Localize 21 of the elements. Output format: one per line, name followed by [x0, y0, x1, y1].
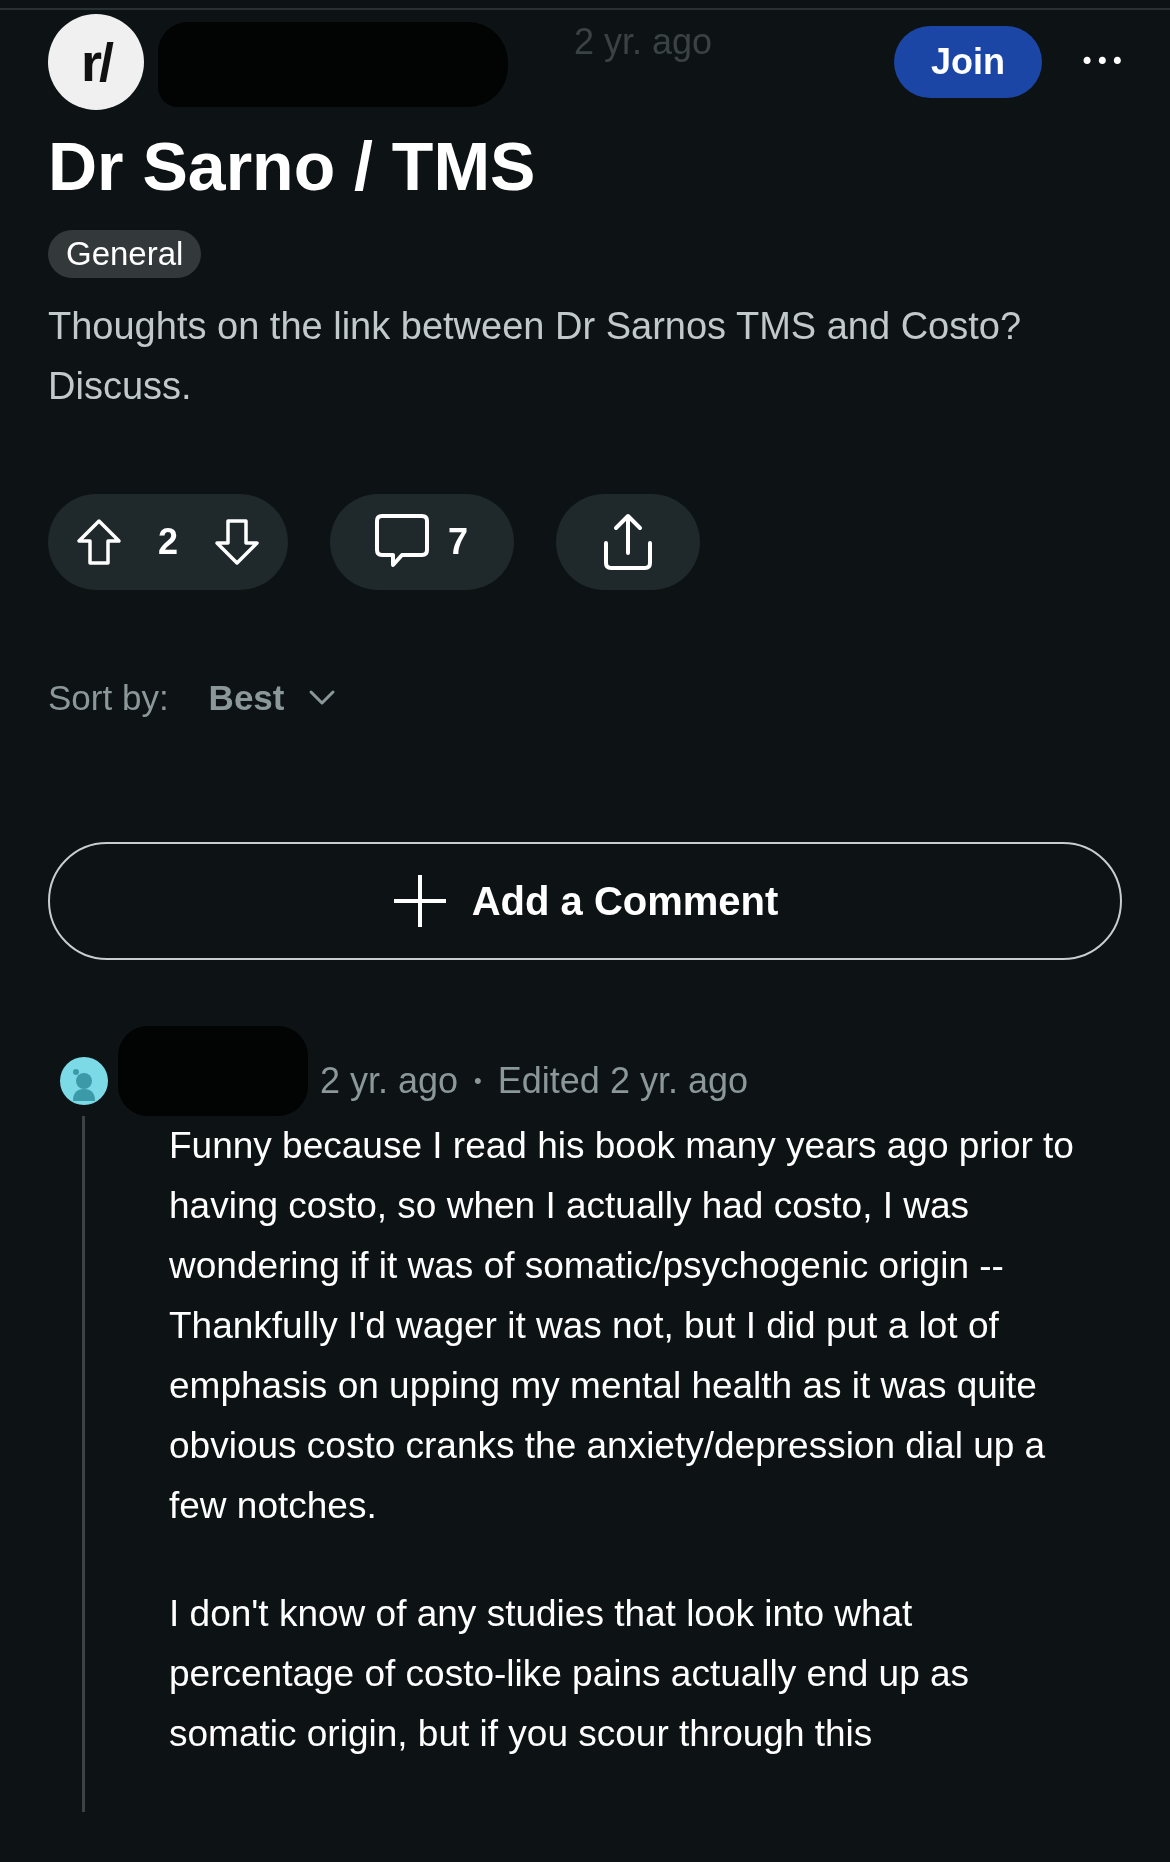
comment-time: 2 yr. ago — [320, 1060, 459, 1102]
comment-paragraph: Funny because I read his book many years ago prior to having costo, so when I actually had costo, I was wondering if it was of somatic/psychogenic origin -- Thankfully I'd wager it was not, but I did put a lot of emphasis on upping my mental health as it was quite obvious costo cranks the anxiety/depression dial up a few notches. — [169, 1124, 1075, 1528]
more-button[interactable]: ••• — [1080, 48, 1122, 76]
flair-tag[interactable]: General — [48, 230, 202, 278]
chevron-down-icon — [308, 689, 337, 707]
community-icon[interactable]: r/ — [48, 14, 144, 110]
post-title: Dr Sarno / TMS — [48, 127, 537, 206]
plus-icon — [391, 873, 448, 929]
edited-label: Edited 2 yr. ago — [497, 1060, 748, 1102]
add-comment-button[interactable]: Add a Comment — [48, 842, 1122, 960]
downvote-icon — [214, 518, 260, 566]
join-button[interactable]: Join — [894, 26, 1042, 98]
sort-dropdown[interactable]: Best — [208, 678, 337, 718]
upvote-icon — [76, 518, 122, 566]
comments-button[interactable]: 7 — [330, 494, 514, 590]
avatar-icon — [60, 1057, 108, 1105]
sort-label: Sort by: — [48, 678, 169, 718]
separator-dot: • — [474, 1068, 482, 1094]
post-body: Thoughts on the link between Dr Sarnos TMS and Costo? Discuss. — [48, 304, 1023, 409]
vote-count: 2 — [158, 521, 178, 563]
comment-paragraph: I don't know of any studies that look into what percentage of costo-like pains actually end up as somatic origin, but if you scour through this — [169, 1592, 971, 1756]
